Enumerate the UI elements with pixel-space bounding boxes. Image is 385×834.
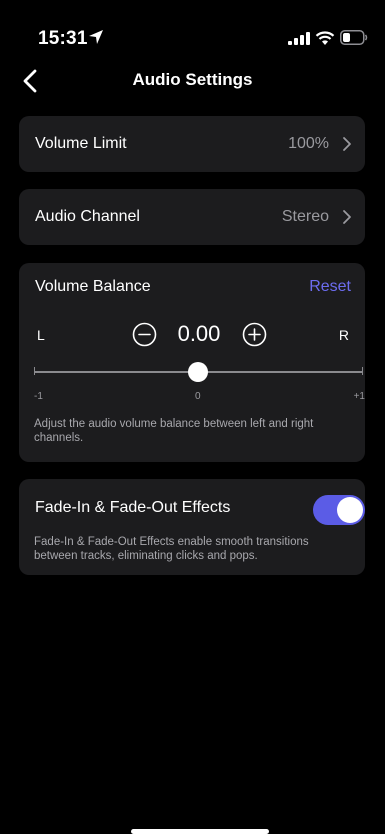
fade-effects-title: Fade-In & Fade-Out Effects [35,499,231,516]
cellular-signal-icon [288,32,310,45]
fade-effects-description: Fade-In & Fade-Out Effects enable smooth… [34,536,309,562]
slider-max-label: +1 [353,391,365,402]
increase-balance-button[interactable] [242,322,267,347]
fade-effects-card: Fade-In & Fade-Out Effects Fade-In & Fad… [19,479,365,575]
slider-min-label: -1 [34,391,43,402]
balance-slider-thumb[interactable] [188,362,208,382]
location-arrow-icon [89,30,103,44]
audio-channel-row[interactable]: Audio Channel Stereo [19,189,365,245]
page-title: Audio Settings [132,70,253,89]
balance-value: 0.00 [177,321,221,346]
audio-channel-value: Stereo [281,208,329,225]
volume-balance-description: Adjust the audio volume balance between … [34,418,314,444]
chevron-right-icon [343,137,351,151]
wifi-icon [315,31,335,45]
battery-icon [340,30,368,45]
volume-limit-value: 100% [288,135,329,152]
volume-balance-card: Volume Balance Reset L 0.00 R -1 0 +1 Ad… [19,263,365,462]
status-bar: 15:31 [0,0,385,52]
slider-tick-min [34,367,35,375]
fade-effects-toggle[interactable] [313,495,365,525]
left-channel-label: L [37,327,45,343]
volume-limit-label: Volume Limit [35,135,127,152]
volume-balance-title: Volume Balance [35,278,151,295]
audio-channel-label: Audio Channel [35,208,140,225]
right-channel-label: R [338,327,349,343]
toggle-knob [337,497,363,523]
volume-limit-row[interactable]: Volume Limit 100% [19,116,365,172]
home-indicator [131,829,269,834]
status-time: 15:31 [38,28,88,49]
decrease-balance-button[interactable] [132,322,157,347]
nav-bar: Audio Settings [0,60,385,100]
slider-mid-label: 0 [195,391,201,402]
reset-button[interactable]: Reset [309,278,351,296]
slider-tick-max [362,367,363,375]
chevron-right-icon [343,210,351,224]
